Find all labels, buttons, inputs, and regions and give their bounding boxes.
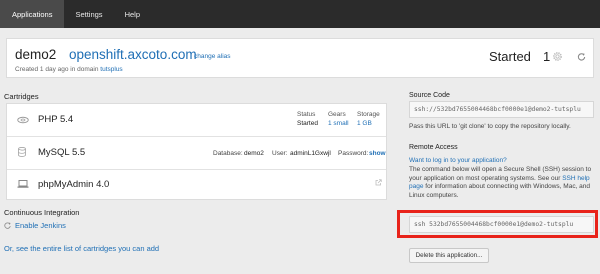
show-password-link[interactable]: show	[369, 150, 386, 157]
db-value: demo2	[244, 150, 264, 157]
gears-link[interactable]: 1 small	[328, 120, 349, 127]
created-text: Created 1 day ago in domain	[15, 66, 101, 73]
remote-access-title: Remote Access	[409, 144, 458, 151]
cartridge-name: MySQL 5.5	[38, 147, 86, 158]
tab-applications[interactable]: Applications	[0, 0, 65, 28]
gear-count: 1	[543, 49, 551, 64]
see-all-cartridges-link[interactable]: Or, see the entire list of cartridges yo…	[4, 244, 159, 253]
status-value: Started	[297, 120, 318, 127]
cartridge-row-php: PHP 5.4 Status Started Gears 1 small Sto…	[7, 104, 386, 137]
status-label: Status	[297, 111, 316, 118]
user-label: User:	[272, 150, 288, 157]
created-info: Created 1 day ago in domain tutsplus	[15, 66, 123, 73]
highlight-annotation	[397, 210, 598, 238]
cartridge-name: phpMyAdmin 4.0	[38, 179, 110, 190]
enable-jenkins-row[interactable]: Enable Jenkins	[4, 221, 66, 230]
storage-label: Storage	[357, 111, 380, 118]
gears-label: Gears	[328, 111, 346, 118]
remote-desc-2: for information about connecting with Wi…	[409, 183, 591, 199]
external-link-icon[interactable]	[375, 179, 382, 186]
tab-help[interactable]: Help	[114, 0, 151, 28]
top-nav: Applications Settings Help	[0, 0, 600, 28]
enable-jenkins-link[interactable]: Enable Jenkins	[15, 221, 66, 230]
remote-description: The command below will open a Secure She…	[409, 166, 594, 200]
change-alias-link[interactable]: change alias	[194, 53, 231, 60]
cartridge-row-phpmyadmin: phpMyAdmin 4.0	[7, 170, 386, 199]
user-value: adminL1Gxwjl	[290, 150, 331, 157]
app-header-card: demo2 openshift.axcoto.com change alias …	[6, 38, 594, 78]
source-url-field[interactable]: ssh://532bd7655004468bcf0000e1@demo2-tut…	[409, 101, 594, 118]
domain-link[interactable]: tutsplus	[100, 66, 122, 73]
cartridge-name: PHP 5.4	[38, 114, 74, 125]
storage-link[interactable]: 1 GB	[357, 120, 372, 127]
restart-icon[interactable]	[577, 52, 586, 61]
app-name: demo2	[15, 47, 57, 62]
gear-icon[interactable]	[552, 51, 563, 62]
app-url-link[interactable]: openshift.axcoto.com	[69, 47, 197, 62]
tab-settings[interactable]: Settings	[64, 0, 113, 28]
cartridges-title: Cartridges	[4, 92, 39, 101]
database-icon	[18, 147, 26, 157]
cartridge-list: PHP 5.4 Status Started Gears 1 small Sto…	[6, 103, 387, 200]
source-hint: Pass this URL to 'git clone' to copy the…	[409, 123, 571, 130]
app-status: Started	[489, 49, 531, 64]
source-code-title: Source Code	[409, 92, 450, 99]
ci-title: Continuous Integration	[4, 208, 80, 217]
refresh-icon	[4, 222, 11, 229]
db-label: Database:	[213, 150, 243, 157]
delete-application-button[interactable]: Delete this application...	[409, 248, 489, 263]
login-help-link[interactable]: Want to log in to your application?	[409, 157, 594, 166]
cartridge-row-mysql: MySQL 5.5 Database: demo2 User: adminL1G…	[7, 137, 386, 170]
laptop-icon	[17, 180, 29, 188]
password-label: Password:	[338, 150, 369, 157]
php-icon	[17, 116, 29, 124]
